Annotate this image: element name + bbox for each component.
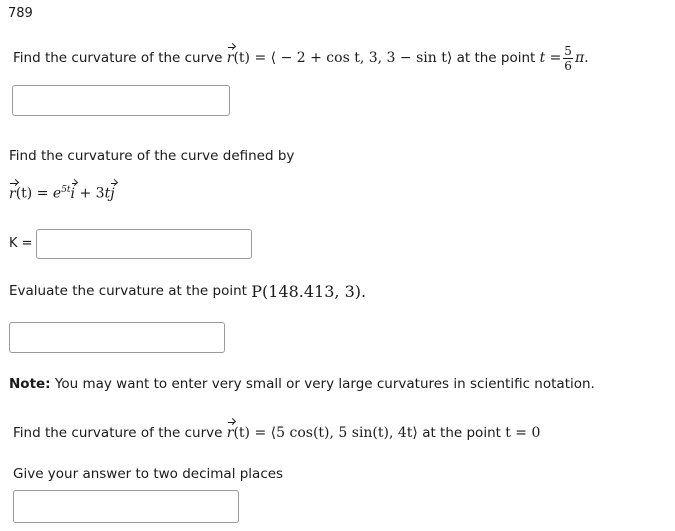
q1-answer-input[interactable] bbox=[12, 85, 230, 116]
q1-vector-function: r(t) = ⟨ − 2 + cos t, 3, 3 − sin t⟩ bbox=[226, 47, 453, 66]
k-answer-input[interactable] bbox=[36, 229, 252, 259]
q3-prompt: Find the curvature of the curve bbox=[13, 425, 223, 441]
q1-r-arg: (t) bbox=[233, 50, 251, 66]
q3-r-arg: (t) bbox=[233, 425, 251, 441]
q2-e: e bbox=[52, 185, 62, 202]
k-label: K = bbox=[9, 236, 33, 251]
note-text: You may want to enter very small or very… bbox=[54, 376, 595, 392]
q2-j-vector: j bbox=[110, 182, 117, 202]
q1-rhs: ⟨ − 2 + cos t, 3, 3 − sin t⟩ bbox=[270, 50, 453, 66]
q2-exponent: 5t bbox=[61, 185, 71, 195]
q1-prompt: Find the curvature of the curve bbox=[13, 50, 223, 66]
q2-definition: r(t) = e5ti + 3tj bbox=[9, 182, 117, 202]
q3-at-point: at the point bbox=[422, 425, 501, 441]
q3-equals: = bbox=[254, 425, 267, 441]
q2-r-arg: (t) bbox=[15, 185, 33, 202]
q2-prompt: Find the curvature of the curve defined … bbox=[9, 148, 295, 164]
eval-point: P(148.413, 3). bbox=[251, 281, 367, 301]
q3-instruction: Give your answer to two decimal places bbox=[13, 466, 284, 482]
q1-t-equals: = bbox=[549, 50, 562, 66]
q3-t-expr: t = 0 bbox=[505, 425, 541, 441]
q1-equals: = bbox=[254, 50, 267, 66]
q2-equals: = bbox=[36, 185, 49, 202]
q1-fraction: 5 6 bbox=[563, 45, 573, 72]
q3-answer-input[interactable] bbox=[13, 490, 239, 523]
eval-prompt: Evaluate the curvature at the point bbox=[9, 283, 247, 299]
q3-vector-function: r(t) = ⟨5 cos(t), 5 sin(t), 4t⟩ bbox=[226, 422, 418, 441]
q2-r-vector: r bbox=[9, 182, 17, 202]
q1-fraction-numerator: 5 bbox=[563, 43, 573, 59]
note-label: Note: bbox=[9, 376, 51, 392]
eval-answer-input[interactable] bbox=[9, 322, 225, 353]
q3-rhs: ⟨5 cos(t), 5 sin(t), 4t⟩ bbox=[270, 425, 418, 441]
q2-i-vector: i bbox=[70, 182, 77, 202]
q1-pi: π. bbox=[574, 50, 589, 66]
q1-r-vector: r bbox=[226, 47, 235, 66]
q1-line: Find the curvature of the curve r(t) = ⟨… bbox=[13, 42, 589, 74]
note: Note: You may want to enter very small o… bbox=[9, 376, 595, 392]
q3-r-vector: r bbox=[226, 422, 235, 441]
q1-at-point: at the point bbox=[456, 50, 536, 66]
q1-fraction-denominator: 6 bbox=[564, 58, 572, 73]
q2-plus-three: + 3 bbox=[79, 185, 105, 202]
q3-line: Find the curvature of the curve r(t) = ⟨… bbox=[13, 422, 540, 444]
eval-line: Evaluate the curvature at the point P(14… bbox=[9, 280, 366, 302]
q1-t-variable: t bbox=[539, 50, 546, 66]
problem-number: 789 bbox=[8, 6, 33, 21]
